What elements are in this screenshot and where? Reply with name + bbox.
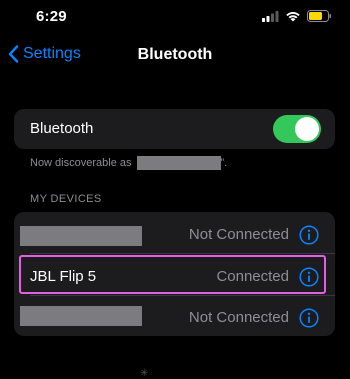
cellular-signal-icon (262, 10, 279, 22)
status-icons (262, 10, 332, 22)
device-row-2[interactable]: JBL Flip 5 Connected (14, 254, 335, 295)
my-devices-list: Not Connected JBL Flip 5 Connected Not C… (14, 212, 335, 336)
toggle-knob (295, 117, 319, 141)
discoverable-suffix: ”. (220, 157, 228, 169)
status-bar: 6:29 (0, 0, 350, 36)
bluetooth-toggle-label: Bluetooth (30, 120, 94, 137)
bluetooth-toggle-row: Bluetooth (14, 109, 335, 149)
bluetooth-toggle-switch[interactable] (273, 115, 321, 143)
info-icon[interactable] (299, 225, 319, 245)
navigation-bar: Settings Bluetooth (0, 38, 350, 72)
redacted-device-name (136, 156, 221, 170)
battery-icon (307, 10, 332, 22)
discoverable-prefix: Now discoverable as (30, 157, 132, 169)
device-status-2: Connected (216, 268, 289, 285)
device-row-3[interactable]: Not Connected (14, 296, 335, 336)
loading-indicator-icon: ✳ (140, 368, 149, 379)
device-status-3: Not Connected (188, 309, 289, 326)
wifi-icon (286, 11, 300, 22)
device-status-1: Not Connected (188, 226, 289, 243)
my-devices-header: MY DEVICES (30, 193, 102, 205)
status-time: 6:29 (36, 8, 67, 25)
device-row-1[interactable]: Not Connected (14, 212, 335, 253)
info-icon[interactable] (299, 267, 319, 287)
redacted-device-name-3 (20, 306, 142, 326)
info-icon[interactable] (299, 308, 319, 328)
discoverable-footnote: Now discoverable as ”. (30, 156, 227, 170)
device-name-2: JBL Flip 5 (30, 268, 97, 285)
page-title: Bluetooth (137, 46, 213, 63)
redacted-device-name-1 (20, 226, 142, 246)
